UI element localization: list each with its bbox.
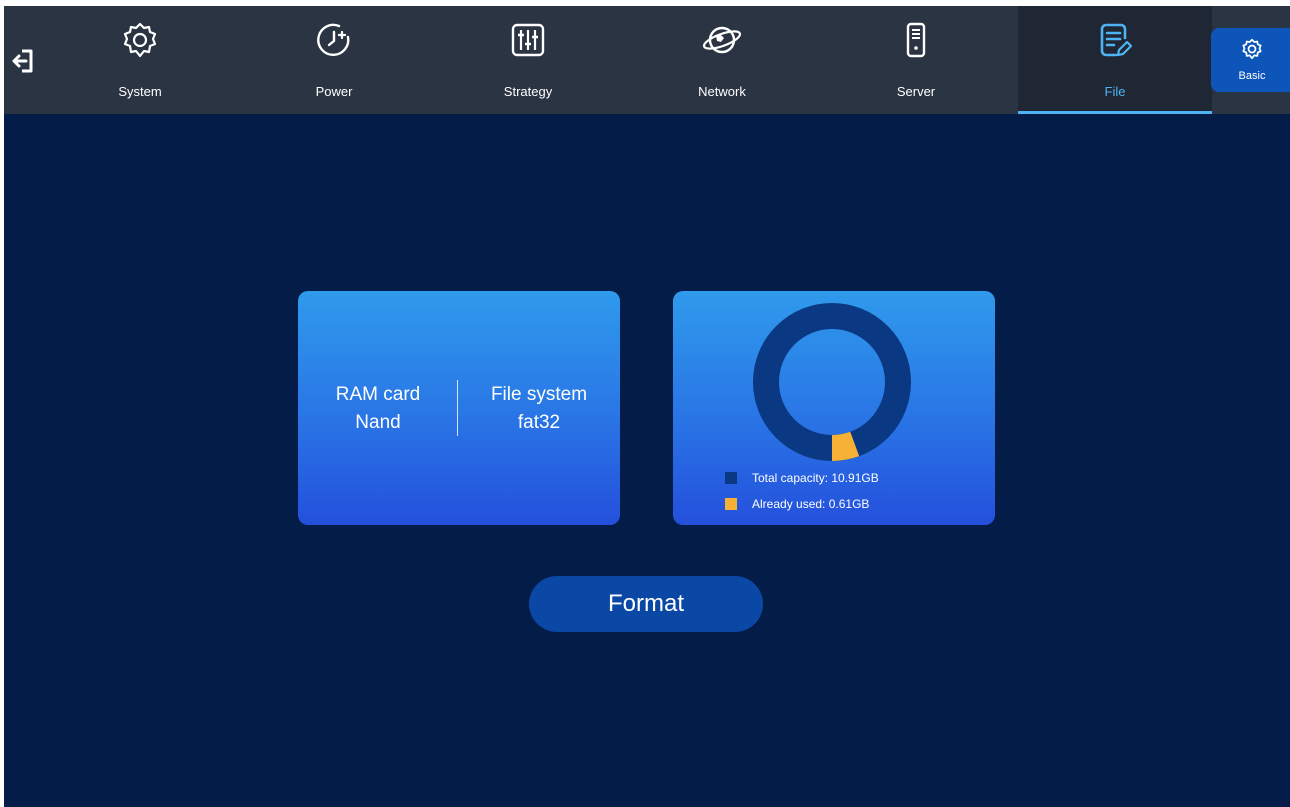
file-icon — [1095, 20, 1135, 60]
tab-label: Strategy — [503, 84, 553, 99]
info-divider — [457, 380, 458, 436]
tab-label: Server — [896, 84, 936, 99]
basic-button-label: Basic — [1238, 70, 1266, 82]
tab-strategy[interactable]: Strategy — [431, 6, 625, 114]
sliders-icon — [508, 20, 548, 60]
file-system-info: File system fat32 — [464, 381, 614, 437]
tab-system[interactable]: System — [43, 6, 237, 114]
tab-server[interactable]: Server — [819, 6, 1013, 114]
format-button[interactable]: Format — [529, 576, 763, 632]
basic-settings-button[interactable]: Basic — [1211, 28, 1290, 92]
tab-file[interactable]: File — [1018, 6, 1212, 114]
legend-total: Total capacity: 10.91GB — [725, 471, 985, 485]
legend-total-label: Total capacity: 10.91GB — [752, 471, 879, 485]
tab-label: Power — [315, 84, 353, 99]
ram-card-value: Nand — [355, 412, 401, 433]
server-icon — [896, 20, 936, 60]
gear-icon — [120, 20, 160, 60]
tab-label: Network — [698, 84, 746, 99]
capacity-donut-chart — [753, 303, 911, 461]
legend-swatch-total — [725, 472, 737, 484]
top-navigation-bar: System Power Strategy Network Server Fil… — [4, 6, 1290, 114]
file-system-title: File system — [490, 384, 588, 405]
capacity-card: Total capacity: 10.91GB Already used: 0.… — [673, 291, 995, 525]
file-settings-screen: System Power Strategy Network Server Fil… — [4, 6, 1290, 807]
tab-label: File — [1104, 84, 1126, 99]
legend-used-label: Already used: 0.61GB — [752, 497, 870, 511]
ram-card-title: RAM card — [335, 384, 421, 405]
exit-icon — [12, 49, 33, 73]
tab-label: System — [118, 84, 162, 99]
file-system-value: fat32 — [517, 412, 561, 433]
tab-network[interactable]: Network — [625, 6, 819, 114]
donut-total-ring — [753, 303, 911, 461]
exit-button[interactable] — [8, 44, 38, 78]
clock-power-icon — [314, 20, 354, 60]
gear-icon — [1239, 36, 1265, 62]
legend-used: Already used: 0.61GB — [725, 497, 985, 511]
storage-info-card: RAM card Nand File system fat32 — [298, 291, 620, 525]
tab-power[interactable]: Power — [237, 6, 431, 114]
legend-swatch-used — [725, 498, 737, 510]
globe-icon — [702, 20, 742, 60]
ram-card-info: RAM card Nand — [303, 381, 453, 437]
